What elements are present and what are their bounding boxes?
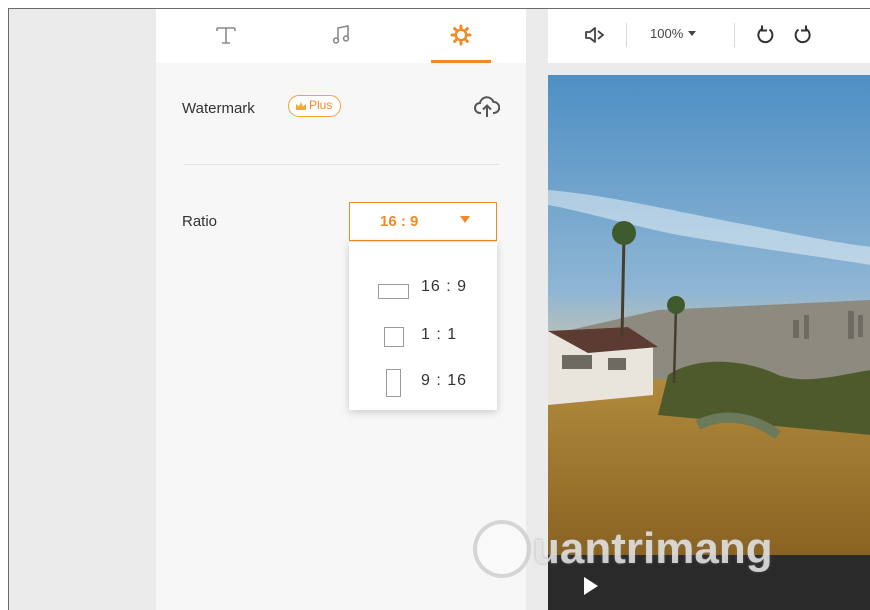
player-controls — [548, 555, 870, 610]
zoom-value: 100% — [650, 26, 684, 41]
panel-gap — [526, 9, 548, 610]
editor-tabs — [156, 9, 526, 63]
play-icon[interactable] — [584, 577, 598, 595]
undo-icon[interactable] — [754, 24, 776, 51]
ratio-selected-value: 16 : 9 — [380, 213, 419, 230]
speaker-icon[interactable] — [584, 25, 606, 50]
tab-text[interactable] — [186, 9, 266, 63]
ratio-option-9-16[interactable]: 9 : 16 — [349, 356, 497, 402]
ratio-option-label: 16 : 9 — [421, 278, 468, 295]
chevron-down-icon — [688, 31, 697, 36]
music-note-icon — [332, 25, 350, 44]
video-preview[interactable] — [548, 75, 870, 555]
ratio-dropdown: 16 : 9 1 : 1 9 : 16 — [349, 242, 497, 410]
ratio-option-label: 1 : 1 — [421, 326, 458, 343]
preview-toolbar: 100% — [548, 9, 870, 63]
ratio-option-label: 9 : 16 — [421, 372, 468, 389]
redo-icon[interactable] — [792, 24, 814, 51]
app-frame: Watermark Plus Ratio 16 : 9 16 : 9 1: 1… — [8, 8, 870, 610]
plus-badge[interactable]: Plus — [288, 95, 342, 117]
watermark-label: Watermark — [182, 100, 255, 117]
tab-audio[interactable] — [301, 9, 381, 63]
portrait-rect-icon — [386, 369, 401, 397]
settings-panel: Watermark Plus Ratio 16 : 9 16 : 9 1: 1… — [156, 9, 526, 610]
toolbar-separator — [734, 23, 735, 47]
plus-badge-label: Plus — [309, 98, 333, 112]
zoom-select[interactable]: 100% — [650, 26, 697, 41]
chevron-down-icon — [460, 216, 470, 223]
ratio-label: Ratio — [182, 213, 218, 230]
gear-icon — [450, 24, 472, 46]
text-icon — [216, 27, 236, 44]
active-tab-indicator — [431, 60, 491, 63]
tab-settings[interactable] — [421, 9, 501, 63]
cloud-upload-icon[interactable] — [474, 95, 501, 124]
landscape-rect-icon — [378, 284, 409, 299]
square-rect-icon — [384, 327, 404, 347]
left-gutter — [9, 9, 156, 610]
preview-area: 100% — [548, 9, 870, 610]
ratio-option-16-9[interactable]: 16 : 9 — [349, 263, 497, 309]
crown-icon — [295, 98, 307, 117]
ratio-select[interactable]: 16 : 9 — [349, 202, 497, 241]
video-frame-image — [548, 75, 870, 555]
section-divider — [184, 164, 499, 165]
ratio-option-1-1[interactable]: 1 : 1 — [349, 310, 497, 356]
toolbar-separator — [626, 23, 627, 47]
